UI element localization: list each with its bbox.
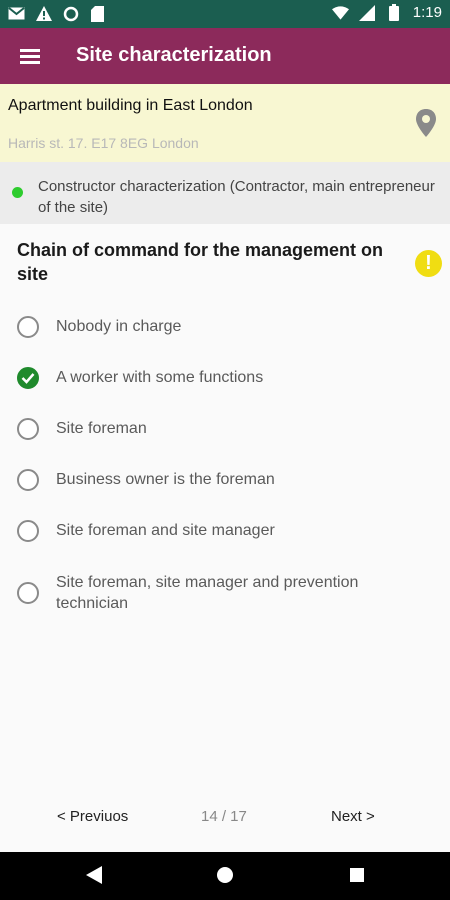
option-label: Business owner is the foreman — [56, 471, 275, 488]
signal-icon — [359, 4, 376, 21]
back-icon[interactable] — [86, 866, 102, 889]
warning-icon[interactable]: ! — [415, 250, 442, 277]
app-bar: Site characterization — [0, 28, 450, 84]
option-row[interactable]: Site foreman — [0, 405, 450, 451]
radio-button[interactable] — [17, 316, 39, 338]
radio-button-checked[interactable] — [17, 367, 39, 389]
option-label: Site foreman and site manager — [56, 522, 275, 539]
page-indicator: 14 / 17 — [201, 808, 247, 825]
option-row[interactable]: Nobody in charge — [0, 303, 450, 349]
status-dot — [12, 187, 23, 198]
status-bar: 1:19 — [0, 0, 450, 28]
map-pin-icon[interactable] — [413, 108, 439, 143]
question-text: Chain of command for the management on s… — [17, 240, 384, 284]
next-button[interactable]: Next > — [331, 808, 375, 825]
section-label: Constructor characterization (Contractor… — [38, 178, 435, 216]
radio-button[interactable] — [17, 418, 39, 440]
menu-button[interactable] — [18, 44, 42, 68]
option-row[interactable]: Site foreman, site manager and preventio… — [0, 570, 450, 622]
option-row[interactable]: Site foreman and site manager — [0, 507, 450, 553]
alert-icon — [35, 5, 52, 22]
option-label: Site foreman, site manager and preventio… — [56, 574, 359, 612]
radio-button[interactable] — [17, 469, 39, 491]
radio-button[interactable] — [17, 582, 39, 604]
location-header: Apartment building in East London Harris… — [0, 84, 450, 162]
option-row[interactable]: Business owner is the foreman — [0, 456, 450, 502]
hamburger-icon — [20, 49, 40, 52]
sd-card-icon — [89, 5, 106, 22]
home-icon[interactable] — [217, 867, 233, 883]
battery-icon — [386, 4, 403, 21]
check-icon — [21, 373, 35, 384]
option-label: A worker with some functions — [56, 369, 264, 386]
system-icons: 1:19 — [331, 4, 442, 21]
page-title: Site characterization — [76, 44, 272, 66]
location-address: Harris st. 17. E17 8EG London — [8, 135, 199, 151]
option-label: Site foreman — [56, 420, 147, 437]
clock: 1:19 — [412, 4, 442, 21]
option-label: Nobody in charge — [56, 318, 182, 335]
gmail-icon — [8, 5, 25, 22]
previous-button[interactable]: < Previuos — [57, 808, 128, 825]
recents-icon[interactable] — [350, 868, 364, 882]
location-name: Apartment building in East London — [8, 97, 253, 114]
wifi-icon — [331, 4, 349, 21]
option-row[interactable]: A worker with some functions — [0, 354, 450, 400]
radio-button[interactable] — [17, 520, 39, 542]
circle-icon — [62, 5, 79, 22]
notification-icons — [8, 5, 106, 22]
